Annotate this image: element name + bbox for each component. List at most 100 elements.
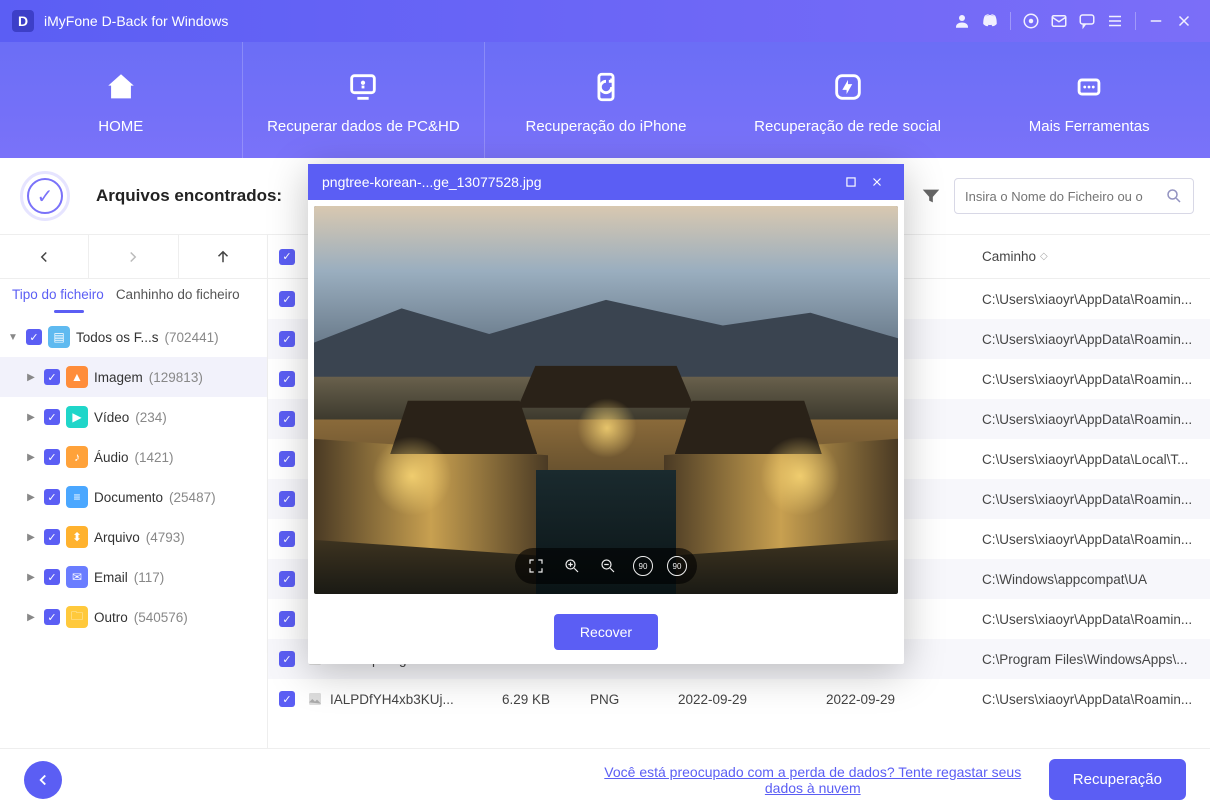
row-checkbox[interactable]: ✓ — [279, 651, 295, 667]
account-icon[interactable] — [948, 7, 976, 35]
tab-file-type[interactable]: Tipo do ficheiro — [12, 287, 104, 310]
discord-icon[interactable] — [976, 7, 1004, 35]
tree-count: (702441) — [165, 330, 219, 345]
table-row[interactable]: ✓ IALPDfYH4xb3KUj... 6.29 KB PNG 2022-09… — [268, 679, 1210, 719]
row-checkbox[interactable]: ✓ — [279, 691, 295, 707]
rotate-left-icon[interactable]: 90 — [633, 556, 653, 576]
caret-right-icon[interactable]: ▶ — [24, 372, 38, 383]
back-button[interactable] — [24, 761, 62, 799]
nav-iphone-label: Recuperação do iPhone — [526, 118, 687, 135]
caret-down-icon[interactable]: ▼ — [6, 332, 20, 343]
filter-icon[interactable] — [920, 185, 942, 207]
rotate-right-icon[interactable]: 90 — [667, 556, 687, 576]
preview-close-icon[interactable] — [864, 169, 890, 195]
app-title: iMyFone D-Back for Windows — [44, 13, 228, 29]
caret-right-icon[interactable]: ▶ — [24, 612, 38, 623]
file-path: C:\Users\xiaoyr\AppData\Local\T... — [982, 452, 1210, 467]
tree-email[interactable]: ▶ ✓ ✉ Email (117) — [0, 557, 267, 597]
checkbox[interactable]: ✓ — [44, 449, 60, 465]
menu-icon[interactable] — [1101, 7, 1129, 35]
checkbox[interactable]: ✓ — [44, 369, 60, 385]
checkbox[interactable]: ✓ — [44, 409, 60, 425]
tab-file-path[interactable]: Canhinho do ficheiro — [116, 287, 240, 310]
column-path[interactable]: Caminho◇ — [982, 249, 1210, 264]
scan-complete-badge: ✓ — [20, 171, 70, 221]
mail-icon[interactable] — [1045, 7, 1073, 35]
select-all-checkbox[interactable]: ✓ — [279, 249, 295, 265]
tree-image[interactable]: ▶ ✓ ▲ Imagem (129813) — [0, 357, 267, 397]
file-path: C:\Users\xiaoyr\AppData\Roamin... — [982, 692, 1210, 707]
cloud-promo-link[interactable]: Você está preocupado com a perda de dado… — [593, 764, 1033, 796]
tree-audio[interactable]: ▶ ✓ ♪ Áudio (1421) — [0, 437, 267, 477]
folder-icon: 🗀 — [66, 606, 88, 628]
caret-right-icon[interactable]: ▶ — [24, 492, 38, 503]
tree-label: Todos os F...s — [76, 330, 159, 345]
checkbox[interactable]: ✓ — [44, 529, 60, 545]
nav-social[interactable]: Recuperação de rede social — [727, 42, 969, 158]
minimize-icon[interactable] — [1142, 7, 1170, 35]
tree-label: Outro — [94, 610, 128, 625]
preview-maximize-icon[interactable] — [838, 169, 864, 195]
search-input[interactable] — [965, 189, 1165, 204]
checkbox[interactable]: ✓ — [44, 489, 60, 505]
checkbox[interactable]: ✓ — [26, 329, 42, 345]
sidebar-tabs: Tipo do ficheiro Canhinho do ficheiro — [0, 279, 267, 310]
preview-titlebar[interactable]: pngtree-korean-...ge_13077528.jpg — [308, 164, 904, 200]
tree-document[interactable]: ▶ ✓ ≡ Documento (25487) — [0, 477, 267, 517]
file-date-modified: 2022-09-29 — [826, 692, 982, 707]
tree-count: (129813) — [149, 370, 203, 385]
nav-iphone[interactable]: Recuperação do iPhone — [484, 42, 727, 158]
row-checkbox[interactable]: ✓ — [279, 611, 295, 627]
nav-forward-button[interactable] — [88, 235, 177, 278]
nav-back-button[interactable] — [0, 235, 88, 278]
search-box[interactable] — [954, 178, 1194, 214]
checkbox[interactable]: ✓ — [44, 609, 60, 625]
file-date-created: 2022-09-29 — [678, 692, 826, 707]
titlebar: D iMyFone D-Back for Windows — [0, 0, 1210, 42]
row-checkbox[interactable]: ✓ — [279, 371, 295, 387]
row-checkbox[interactable]: ✓ — [279, 531, 295, 547]
row-checkbox[interactable]: ✓ — [279, 491, 295, 507]
document-icon: ≡ — [66, 486, 88, 508]
close-icon[interactable] — [1170, 7, 1198, 35]
row-checkbox[interactable]: ✓ — [279, 571, 295, 587]
email-icon: ✉ — [66, 566, 88, 588]
tree-count: (1421) — [135, 450, 174, 465]
caret-right-icon[interactable]: ▶ — [24, 452, 38, 463]
nav-home[interactable]: HOME — [0, 42, 242, 158]
caret-right-icon[interactable]: ▶ — [24, 412, 38, 423]
feedback-icon[interactable] — [1073, 7, 1101, 35]
tree-count: (25487) — [169, 490, 216, 505]
row-checkbox[interactable]: ✓ — [279, 291, 295, 307]
file-type-tree: ▼ ✓ ▤ Todos os F...s (702441) ▶ ✓ ▲ Imag… — [0, 313, 267, 641]
recover-button[interactable]: Recuperação — [1049, 759, 1186, 800]
tree-count: (540576) — [134, 610, 188, 625]
zoom-out-icon[interactable] — [597, 555, 619, 577]
preview-recover-button[interactable]: Recover — [554, 614, 658, 650]
checkbox[interactable]: ✓ — [44, 569, 60, 585]
row-checkbox[interactable]: ✓ — [279, 411, 295, 427]
search-icon[interactable] — [1165, 187, 1183, 205]
file-path: C:\Windows\appcompat\UA — [982, 572, 1210, 587]
nav-up-button[interactable] — [178, 235, 267, 278]
audio-icon: ♪ — [66, 446, 88, 468]
tree-count: (234) — [135, 410, 167, 425]
tree-other[interactable]: ▶ ✓ 🗀 Outro (540576) — [0, 597, 267, 637]
row-checkbox[interactable]: ✓ — [279, 451, 295, 467]
home-icon — [104, 66, 138, 108]
tree-video[interactable]: ▶ ✓ ▶ Vídeo (234) — [0, 397, 267, 437]
pc-recovery-icon — [346, 66, 380, 108]
nav-pchd[interactable]: Recuperar dados de PC&HD — [242, 42, 485, 158]
sort-icon[interactable]: ◇ — [1040, 251, 1048, 262]
row-checkbox[interactable]: ✓ — [279, 331, 295, 347]
nav-tools[interactable]: Mais Ferramentas — [968, 42, 1210, 158]
video-icon: ▶ — [66, 406, 88, 428]
fullscreen-icon[interactable] — [525, 555, 547, 577]
tree-all-files[interactable]: ▼ ✓ ▤ Todos os F...s (702441) — [0, 317, 267, 357]
nav-tools-label: Mais Ferramentas — [1029, 118, 1150, 135]
tree-archive[interactable]: ▶ ✓ ⬍ Arquivo (4793) — [0, 517, 267, 557]
caret-right-icon[interactable]: ▶ — [24, 532, 38, 543]
settings-icon[interactable] — [1017, 7, 1045, 35]
caret-right-icon[interactable]: ▶ — [24, 572, 38, 583]
zoom-in-icon[interactable] — [561, 555, 583, 577]
